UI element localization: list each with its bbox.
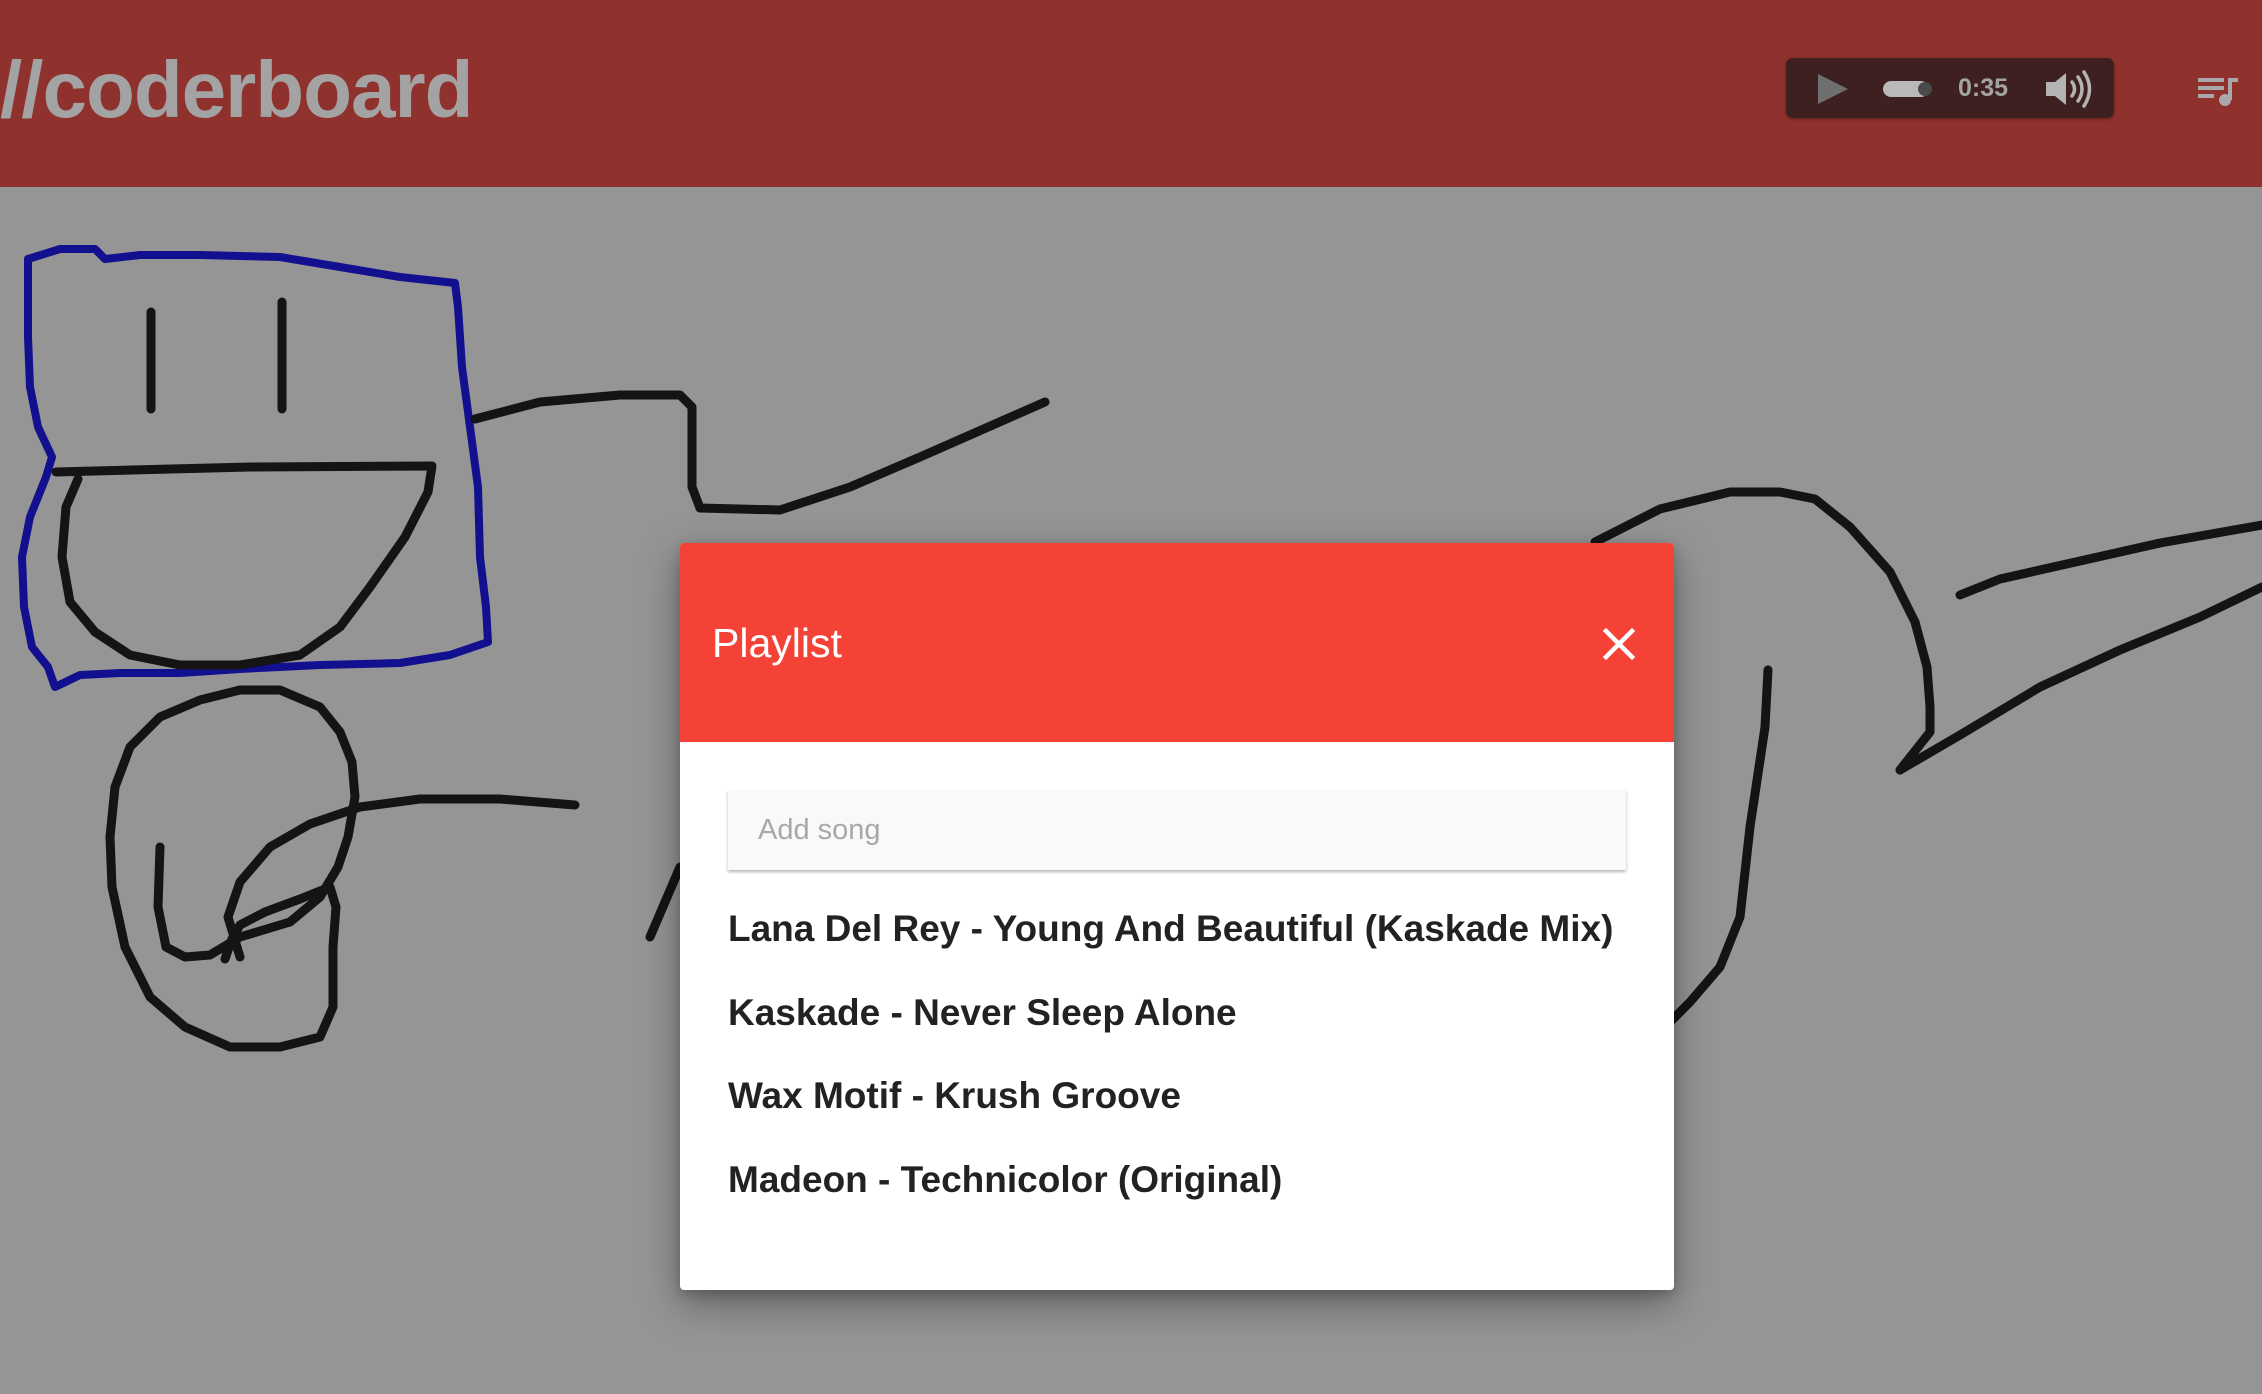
play-icon[interactable] [1814, 72, 1850, 106]
add-song-input[interactable] [728, 790, 1626, 870]
black-stroke [470, 390, 1050, 515]
playlist-dialog: Playlist Lana Del Rey - Young And Beauti… [680, 543, 1674, 1290]
song-item[interactable]: Madeon - Technicolor (Original) [728, 1156, 1613, 1240]
close-icon[interactable] [1598, 623, 1640, 665]
song-item[interactable]: Lana Del Rey - Young And Beautiful (Kask… [728, 905, 1613, 989]
audio-player: 0:35 [1786, 58, 2114, 118]
playback-time: 0:35 [1958, 74, 2009, 102]
black-stroke [1895, 582, 2262, 775]
app-title: //coderboard [0, 45, 474, 134]
dialog-title: Playlist [712, 620, 842, 666]
black-stroke [51, 461, 437, 670]
seek-slider[interactable] [1882, 76, 1934, 102]
song-item[interactable]: Kaskade - Never Sleep Alone [728, 989, 1613, 1073]
volume-icon[interactable] [2044, 70, 2094, 108]
black-stroke [223, 794, 580, 962]
black-stroke [105, 685, 360, 1052]
black-stroke [645, 862, 685, 942]
song-list: Lana Del Rey - Young And Beautiful (Kask… [728, 905, 1613, 1239]
black-stroke [1955, 520, 2262, 600]
song-item[interactable]: Wax Motif - Krush Groove [728, 1072, 1613, 1156]
top-bar: //coderboard 0:35 [0, 0, 2262, 187]
black-stroke [1665, 665, 1773, 1027]
playlist-icon[interactable] [2196, 72, 2240, 108]
dialog-header: Playlist [680, 543, 1674, 742]
